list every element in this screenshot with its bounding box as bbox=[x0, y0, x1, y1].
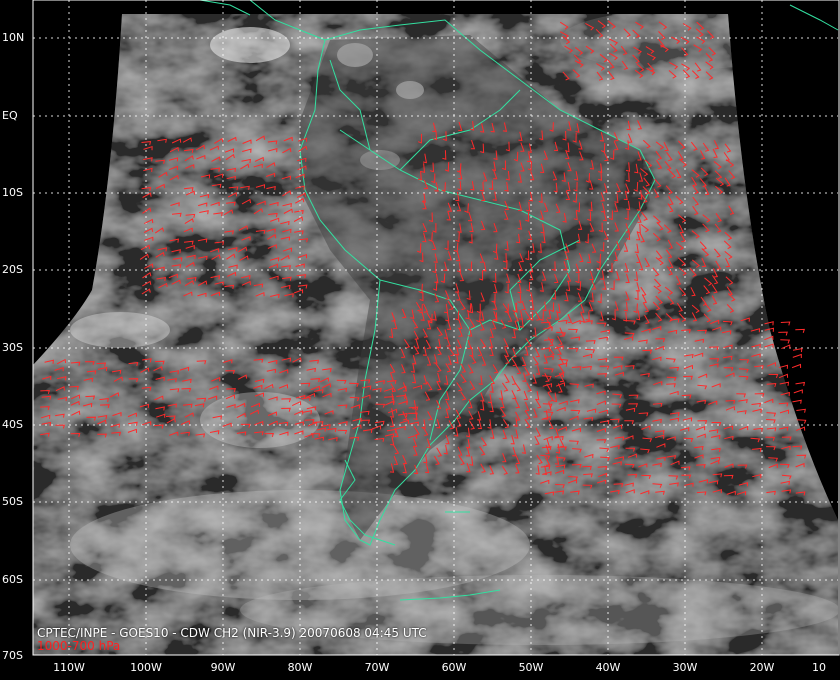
lon-label-90w: 90W bbox=[210, 661, 236, 674]
lat-label-70s: 70S bbox=[2, 649, 23, 662]
imagery-disk bbox=[33, 14, 838, 655]
lat-label-10s: 10S bbox=[2, 186, 23, 199]
satellite-image bbox=[32, 0, 840, 656]
image-caption: CPTEC/INPE - GOES10 - CDW CH2 (NIR-3.9) … bbox=[37, 626, 427, 640]
wind-barb bbox=[795, 328, 805, 333]
lon-label-10w: 10 bbox=[812, 661, 826, 674]
wind-barb bbox=[793, 389, 803, 394]
satellite-map: 10N EQ 10S 20S 30S 40S 50S 60S 70S 110W … bbox=[0, 0, 840, 680]
lat-label-20s: 20S bbox=[2, 263, 23, 276]
lat-label-40s: 40S bbox=[2, 418, 23, 431]
wind-barb bbox=[792, 399, 802, 404]
lon-label-20w: 20W bbox=[749, 661, 775, 674]
lon-label-80w: 80W bbox=[287, 661, 313, 674]
lon-label-70w: 70W bbox=[364, 661, 390, 674]
wind-barb bbox=[796, 408, 806, 413]
wind-barb bbox=[780, 339, 791, 344]
wind-barb bbox=[792, 347, 803, 353]
wind-barb bbox=[780, 321, 791, 326]
wind-barb bbox=[792, 353, 802, 358]
pressure-level-label: 1000-700 hPa bbox=[37, 639, 121, 653]
wind-barb bbox=[781, 344, 791, 350]
lat-label-60s: 60S bbox=[2, 573, 23, 586]
lat-label-10n: 10N bbox=[2, 31, 25, 44]
wind-barb bbox=[791, 363, 802, 369]
wind-barb bbox=[778, 331, 788, 336]
lon-label-100w: 100W bbox=[130, 661, 162, 674]
lat-label-30s: 30S bbox=[2, 341, 23, 354]
lon-label-50w: 50W bbox=[518, 661, 544, 674]
lat-label-eq: EQ bbox=[2, 109, 18, 122]
lon-label-60w: 60W bbox=[441, 661, 467, 674]
lon-label-30w: 30W bbox=[672, 661, 698, 674]
lon-label-110w: 110W bbox=[53, 661, 85, 674]
wind-barb bbox=[795, 381, 806, 387]
lat-label-50s: 50S bbox=[2, 495, 23, 508]
lon-label-40w: 40W bbox=[595, 661, 621, 674]
